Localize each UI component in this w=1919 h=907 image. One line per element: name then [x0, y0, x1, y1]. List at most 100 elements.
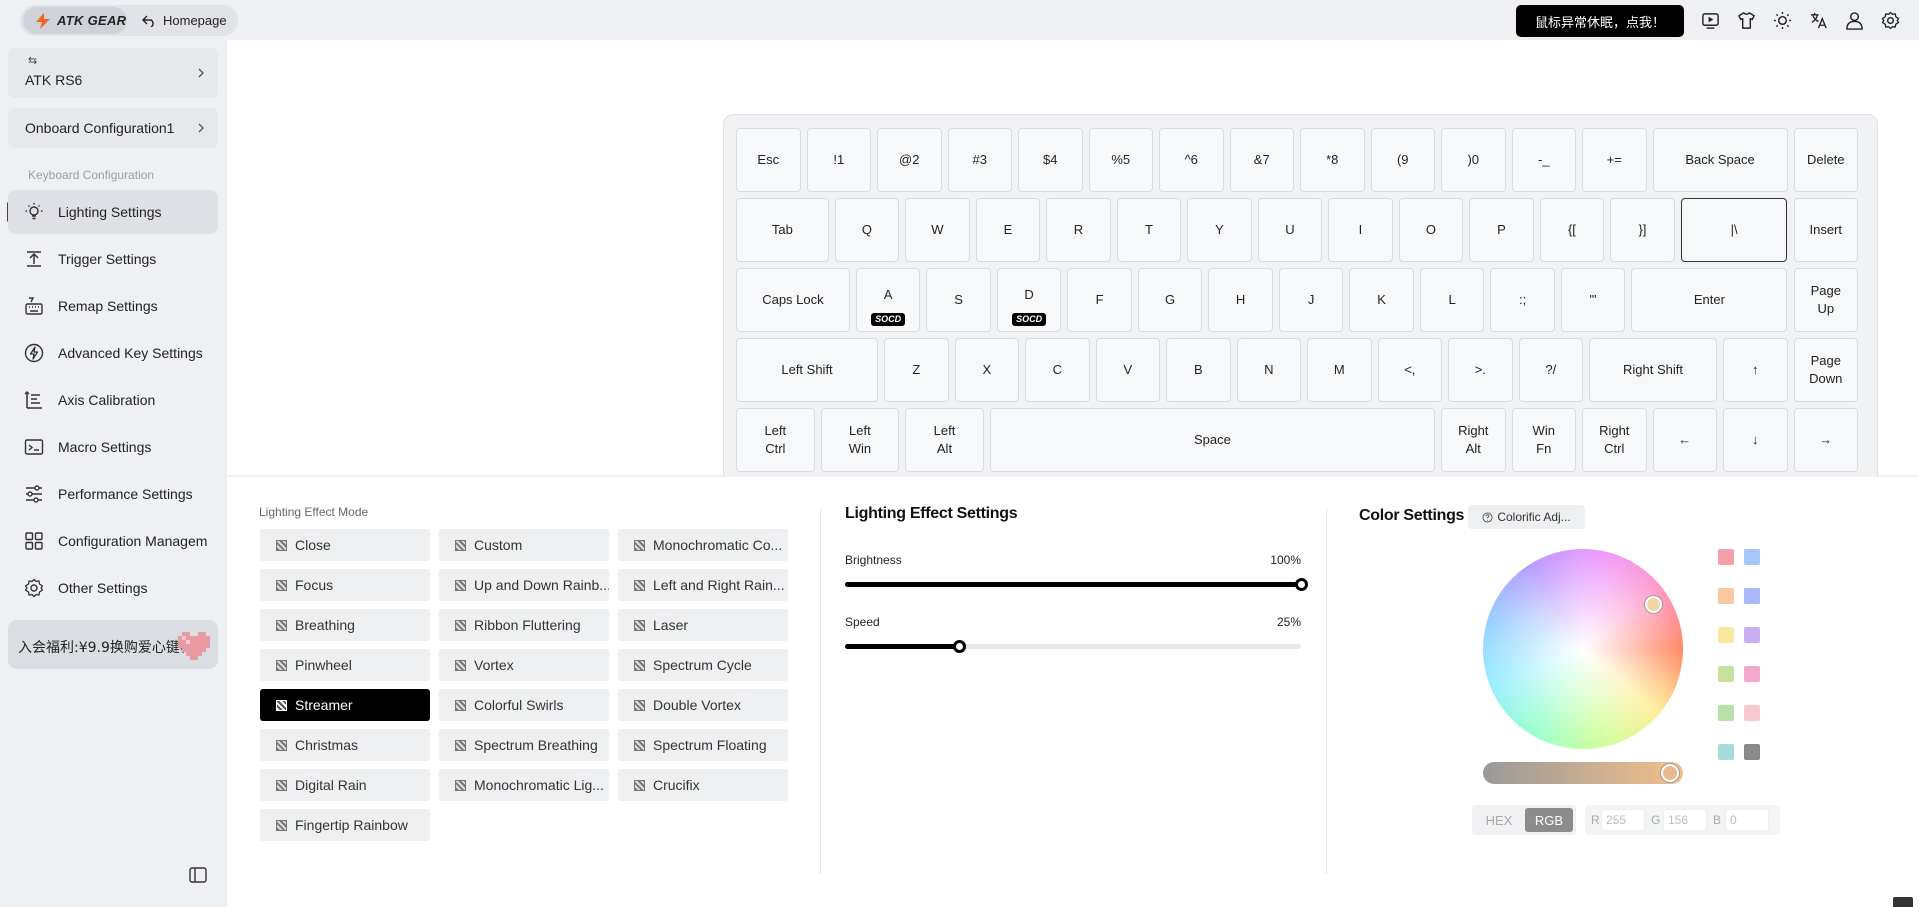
key-i[interactable]: I [1328, 198, 1393, 262]
sidebar-item-axis-calibration[interactable]: Axis Calibration [8, 378, 218, 422]
settings-icon[interactable] [1880, 10, 1901, 31]
key-5[interactable]: %5 [1088, 128, 1153, 192]
key-[interactable]: ?/ [1518, 338, 1584, 402]
g-input[interactable]: 156 [1663, 809, 1707, 831]
key-tab[interactable]: Tab [736, 198, 829, 262]
key-pageup[interactable]: Page Up [1793, 268, 1858, 332]
color-wheel[interactable] [1483, 549, 1683, 749]
b-input[interactable]: 0 [1725, 809, 1769, 831]
colorific-adjust-button[interactable]: Colorific Adj... [1468, 505, 1585, 529]
key-g[interactable]: G [1137, 268, 1203, 332]
key-winfn[interactable]: Win Fn [1511, 408, 1576, 472]
speed-slider[interactable] [845, 640, 1301, 653]
key-h[interactable]: H [1208, 268, 1273, 332]
sidebar-toggle-icon[interactable] [189, 867, 207, 883]
key-6[interactable]: ^6 [1159, 128, 1224, 192]
key-[interactable]: {[ [1539, 198, 1605, 262]
effect-up-and-down-rainb[interactable]: Up and Down Rainb... [439, 569, 609, 601]
color-swatch[interactable] [1744, 666, 1760, 682]
key-j[interactable]: J [1278, 268, 1344, 332]
video-icon[interactable] [1700, 10, 1721, 31]
effect-left-and-right-rain[interactable]: Left and Right Rain... [618, 569, 788, 601]
effect-colorful-swirls[interactable]: Colorful Swirls [439, 689, 609, 721]
sidebar-item-trigger-settings[interactable]: Trigger Settings [8, 237, 218, 281]
sidebar-item-lighting-settings[interactable]: Lighting Settings [8, 190, 218, 234]
key-r[interactable]: R [1046, 198, 1111, 262]
translate-icon[interactable] [1808, 10, 1829, 31]
r-input[interactable]: 255 [1601, 809, 1645, 831]
key-[interactable]: → [1793, 408, 1858, 472]
key-n[interactable]: N [1236, 338, 1302, 402]
key-space[interactable]: Space [989, 408, 1435, 472]
key-insert[interactable]: Insert [1793, 198, 1858, 262]
color-swatch[interactable] [1744, 627, 1760, 643]
key-0[interactable]: )0 [1441, 128, 1506, 192]
effect-close[interactable]: Close [260, 529, 430, 561]
key-m[interactable]: M [1307, 338, 1372, 402]
key-3[interactable]: #3 [947, 128, 1012, 192]
color-swatch[interactable] [1718, 588, 1734, 604]
key-e[interactable]: E [975, 198, 1041, 262]
color-swatch[interactable] [1718, 666, 1734, 682]
key-[interactable]: ↓ [1723, 408, 1788, 472]
hex-mode-button[interactable]: HEX [1475, 808, 1523, 832]
key-leftalt[interactable]: Left Alt [905, 408, 984, 472]
key-[interactable]: <, [1377, 338, 1443, 402]
key-[interactable]: "' [1560, 268, 1626, 332]
sidebar-item-remap-settings[interactable]: Remap Settings [8, 284, 218, 328]
key-w[interactable]: W [905, 198, 970, 262]
key-[interactable]: ← [1652, 408, 1717, 472]
effect-custom[interactable]: Custom [439, 529, 609, 561]
effect-streamer[interactable]: Streamer [260, 689, 430, 721]
key-s[interactable]: S [926, 268, 991, 332]
key-capslock[interactable]: Caps Lock [736, 268, 850, 332]
sidebar-item-macro-settings[interactable]: Macro Settings [8, 425, 218, 469]
shirt-icon[interactable] [1736, 10, 1757, 31]
key-t[interactable]: T [1116, 198, 1182, 262]
effect-digital-rain[interactable]: Digital Rain [260, 769, 430, 801]
key-[interactable]: -_ [1511, 128, 1576, 192]
key-y[interactable]: Y [1187, 198, 1252, 262]
color-swatch[interactable] [1744, 705, 1760, 721]
effect-spectrum-floating[interactable]: Spectrum Floating [618, 729, 788, 761]
effect-crucifix[interactable]: Crucifix [618, 769, 788, 801]
luminance-thumb[interactable] [1661, 764, 1679, 782]
effect-christmas[interactable]: Christmas [260, 729, 430, 761]
effect-laser[interactable]: Laser [618, 609, 788, 641]
key-delete[interactable]: Delete [1793, 128, 1858, 192]
color-swatch[interactable] [1718, 744, 1734, 760]
key-z[interactable]: Z [884, 338, 949, 402]
key-v[interactable]: V [1095, 338, 1161, 402]
key-o[interactable]: O [1398, 198, 1464, 262]
onboard-config-selector[interactable]: Onboard Configuration1 [8, 108, 218, 148]
key-a[interactable]: A SOCD [855, 268, 921, 332]
brightness-slider[interactable] [845, 578, 1308, 591]
effect-breathing[interactable]: Breathing [260, 609, 430, 641]
key-l[interactable]: L [1419, 268, 1485, 332]
homepage-link[interactable]: Homepage [142, 5, 227, 36]
key-[interactable]: :; [1490, 268, 1555, 332]
color-swatch[interactable] [1744, 744, 1760, 760]
key-8[interactable]: *8 [1300, 128, 1365, 192]
color-swatch[interactable] [1744, 549, 1760, 565]
rgb-mode-button[interactable]: RGB [1525, 808, 1573, 832]
key-c[interactable]: C [1025, 338, 1090, 402]
key-rightalt[interactable]: Right Alt [1441, 408, 1506, 472]
speed-thumb[interactable] [953, 640, 966, 653]
effect-vortex[interactable]: Vortex [439, 649, 609, 681]
key-9[interactable]: (9 [1370, 128, 1435, 192]
effect-focus[interactable]: Focus [260, 569, 430, 601]
mouse-sleep-alert-button[interactable]: 鼠标异常休眠，点我！ [1516, 5, 1684, 37]
effect-fingertip-rainbow[interactable]: Fingertip Rainbow [260, 809, 430, 841]
effect-double-vortex[interactable]: Double Vortex [618, 689, 788, 721]
key-[interactable]: += [1582, 128, 1647, 192]
user-icon[interactable] [1844, 10, 1865, 31]
key-4[interactable]: $4 [1018, 128, 1083, 192]
effect-ribbon-fluttering[interactable]: Ribbon Fluttering [439, 609, 609, 641]
sidebar-item-other-settings[interactable]: Other Settings [8, 566, 218, 610]
key-d[interactable]: D SOCD [996, 268, 1062, 332]
color-swatch[interactable] [1718, 705, 1734, 721]
key-[interactable]: }] [1610, 198, 1675, 262]
color-wheel-thumb[interactable] [1645, 596, 1662, 613]
key-leftshift[interactable]: Left Shift [736, 338, 879, 402]
